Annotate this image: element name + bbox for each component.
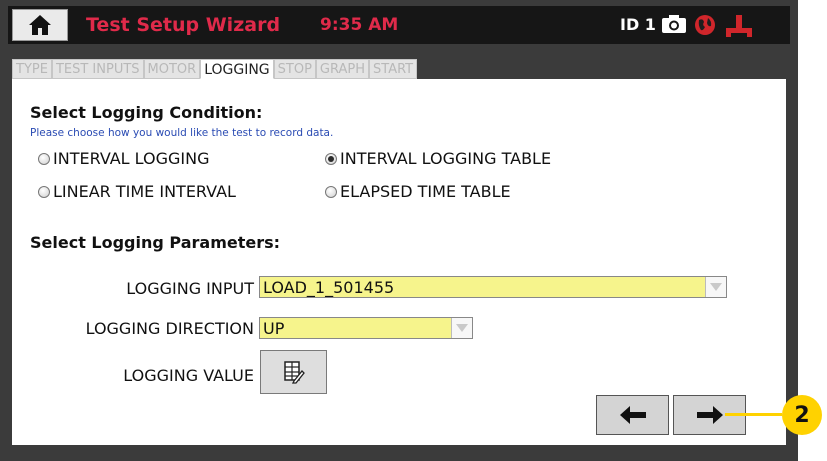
radio-elapsed-time-table[interactable]: ELAPSED TIME TABLE xyxy=(325,182,511,201)
tab-stop[interactable]: STOP xyxy=(273,59,316,79)
radio-label: LINEAR TIME INTERVAL xyxy=(53,182,236,201)
radio-interval-logging[interactable]: INTERVAL LOGGING xyxy=(38,149,210,168)
table-edit-icon xyxy=(283,361,305,384)
radio-label: ELAPSED TIME TABLE xyxy=(340,182,511,201)
clock: 9:35 AM xyxy=(320,15,399,35)
callout-leader-line xyxy=(725,413,782,416)
header-bar: Test Setup Wizard 9:35 AM ID 1 xyxy=(8,6,790,44)
device-screen: Test Setup Wizard 9:35 AM ID 1 TYPE TEST… xyxy=(0,0,798,461)
parameters-heading: Select Logging Parameters: xyxy=(30,233,281,252)
radio-indicator-selected xyxy=(325,152,337,165)
wizard-tabs: TYPE TEST INPUTS MOTOR LOGGING STOP GRAP… xyxy=(12,59,418,79)
tab-motor[interactable]: MOTOR xyxy=(143,59,201,79)
home-button[interactable] xyxy=(12,9,68,41)
radio-indicator xyxy=(38,185,50,198)
logging-input-label: LOGGING INPUT xyxy=(126,279,254,298)
back-button[interactable] xyxy=(596,395,669,435)
usb-connection-icon xyxy=(726,15,752,37)
radio-indicator xyxy=(38,152,50,165)
camera-icon[interactable] xyxy=(661,14,687,34)
logging-direction-select[interactable]: UP xyxy=(259,317,473,339)
condition-heading: Select Logging Condition: xyxy=(30,103,263,122)
radio-linear-time-interval[interactable]: LINEAR TIME INTERVAL xyxy=(38,182,236,201)
tab-graph[interactable]: GRAPH xyxy=(315,59,370,79)
arrow-right-icon xyxy=(696,406,723,424)
wizard-title: Test Setup Wizard xyxy=(86,14,281,36)
arrow-left-icon xyxy=(619,406,646,424)
home-icon xyxy=(29,15,51,35)
chevron-down-icon xyxy=(451,318,472,338)
logging-input-value: LOAD_1_501455 xyxy=(263,278,395,297)
logging-direction-value: UP xyxy=(263,319,285,338)
logging-input-select[interactable]: LOAD_1_501455 xyxy=(259,276,727,298)
logging-value-button[interactable] xyxy=(260,350,327,394)
condition-help-text: Please choose how you would like the tes… xyxy=(30,127,334,139)
radio-interval-logging-table[interactable]: INTERVAL LOGGING TABLE xyxy=(325,149,551,168)
tab-type[interactable]: TYPE xyxy=(12,59,52,79)
radio-label: INTERVAL LOGGING TABLE xyxy=(340,149,552,168)
tab-logging[interactable]: LOGGING xyxy=(200,59,274,79)
radio-label: INTERVAL LOGGING xyxy=(53,149,210,168)
station-id: ID 1 xyxy=(620,15,656,34)
logging-value-label: LOGGING VALUE xyxy=(123,366,254,385)
tab-test-inputs[interactable]: TEST INPUTS xyxy=(51,59,144,79)
logging-panel: Select Logging Condition: Please choose … xyxy=(12,79,786,445)
callout-marker: 2 xyxy=(782,395,822,435)
chevron-down-icon xyxy=(705,277,726,297)
radio-indicator xyxy=(325,185,337,198)
logging-direction-label: LOGGING DIRECTION xyxy=(85,319,254,338)
network-globe-icon[interactable] xyxy=(694,14,716,36)
tab-start[interactable]: START xyxy=(369,59,418,79)
